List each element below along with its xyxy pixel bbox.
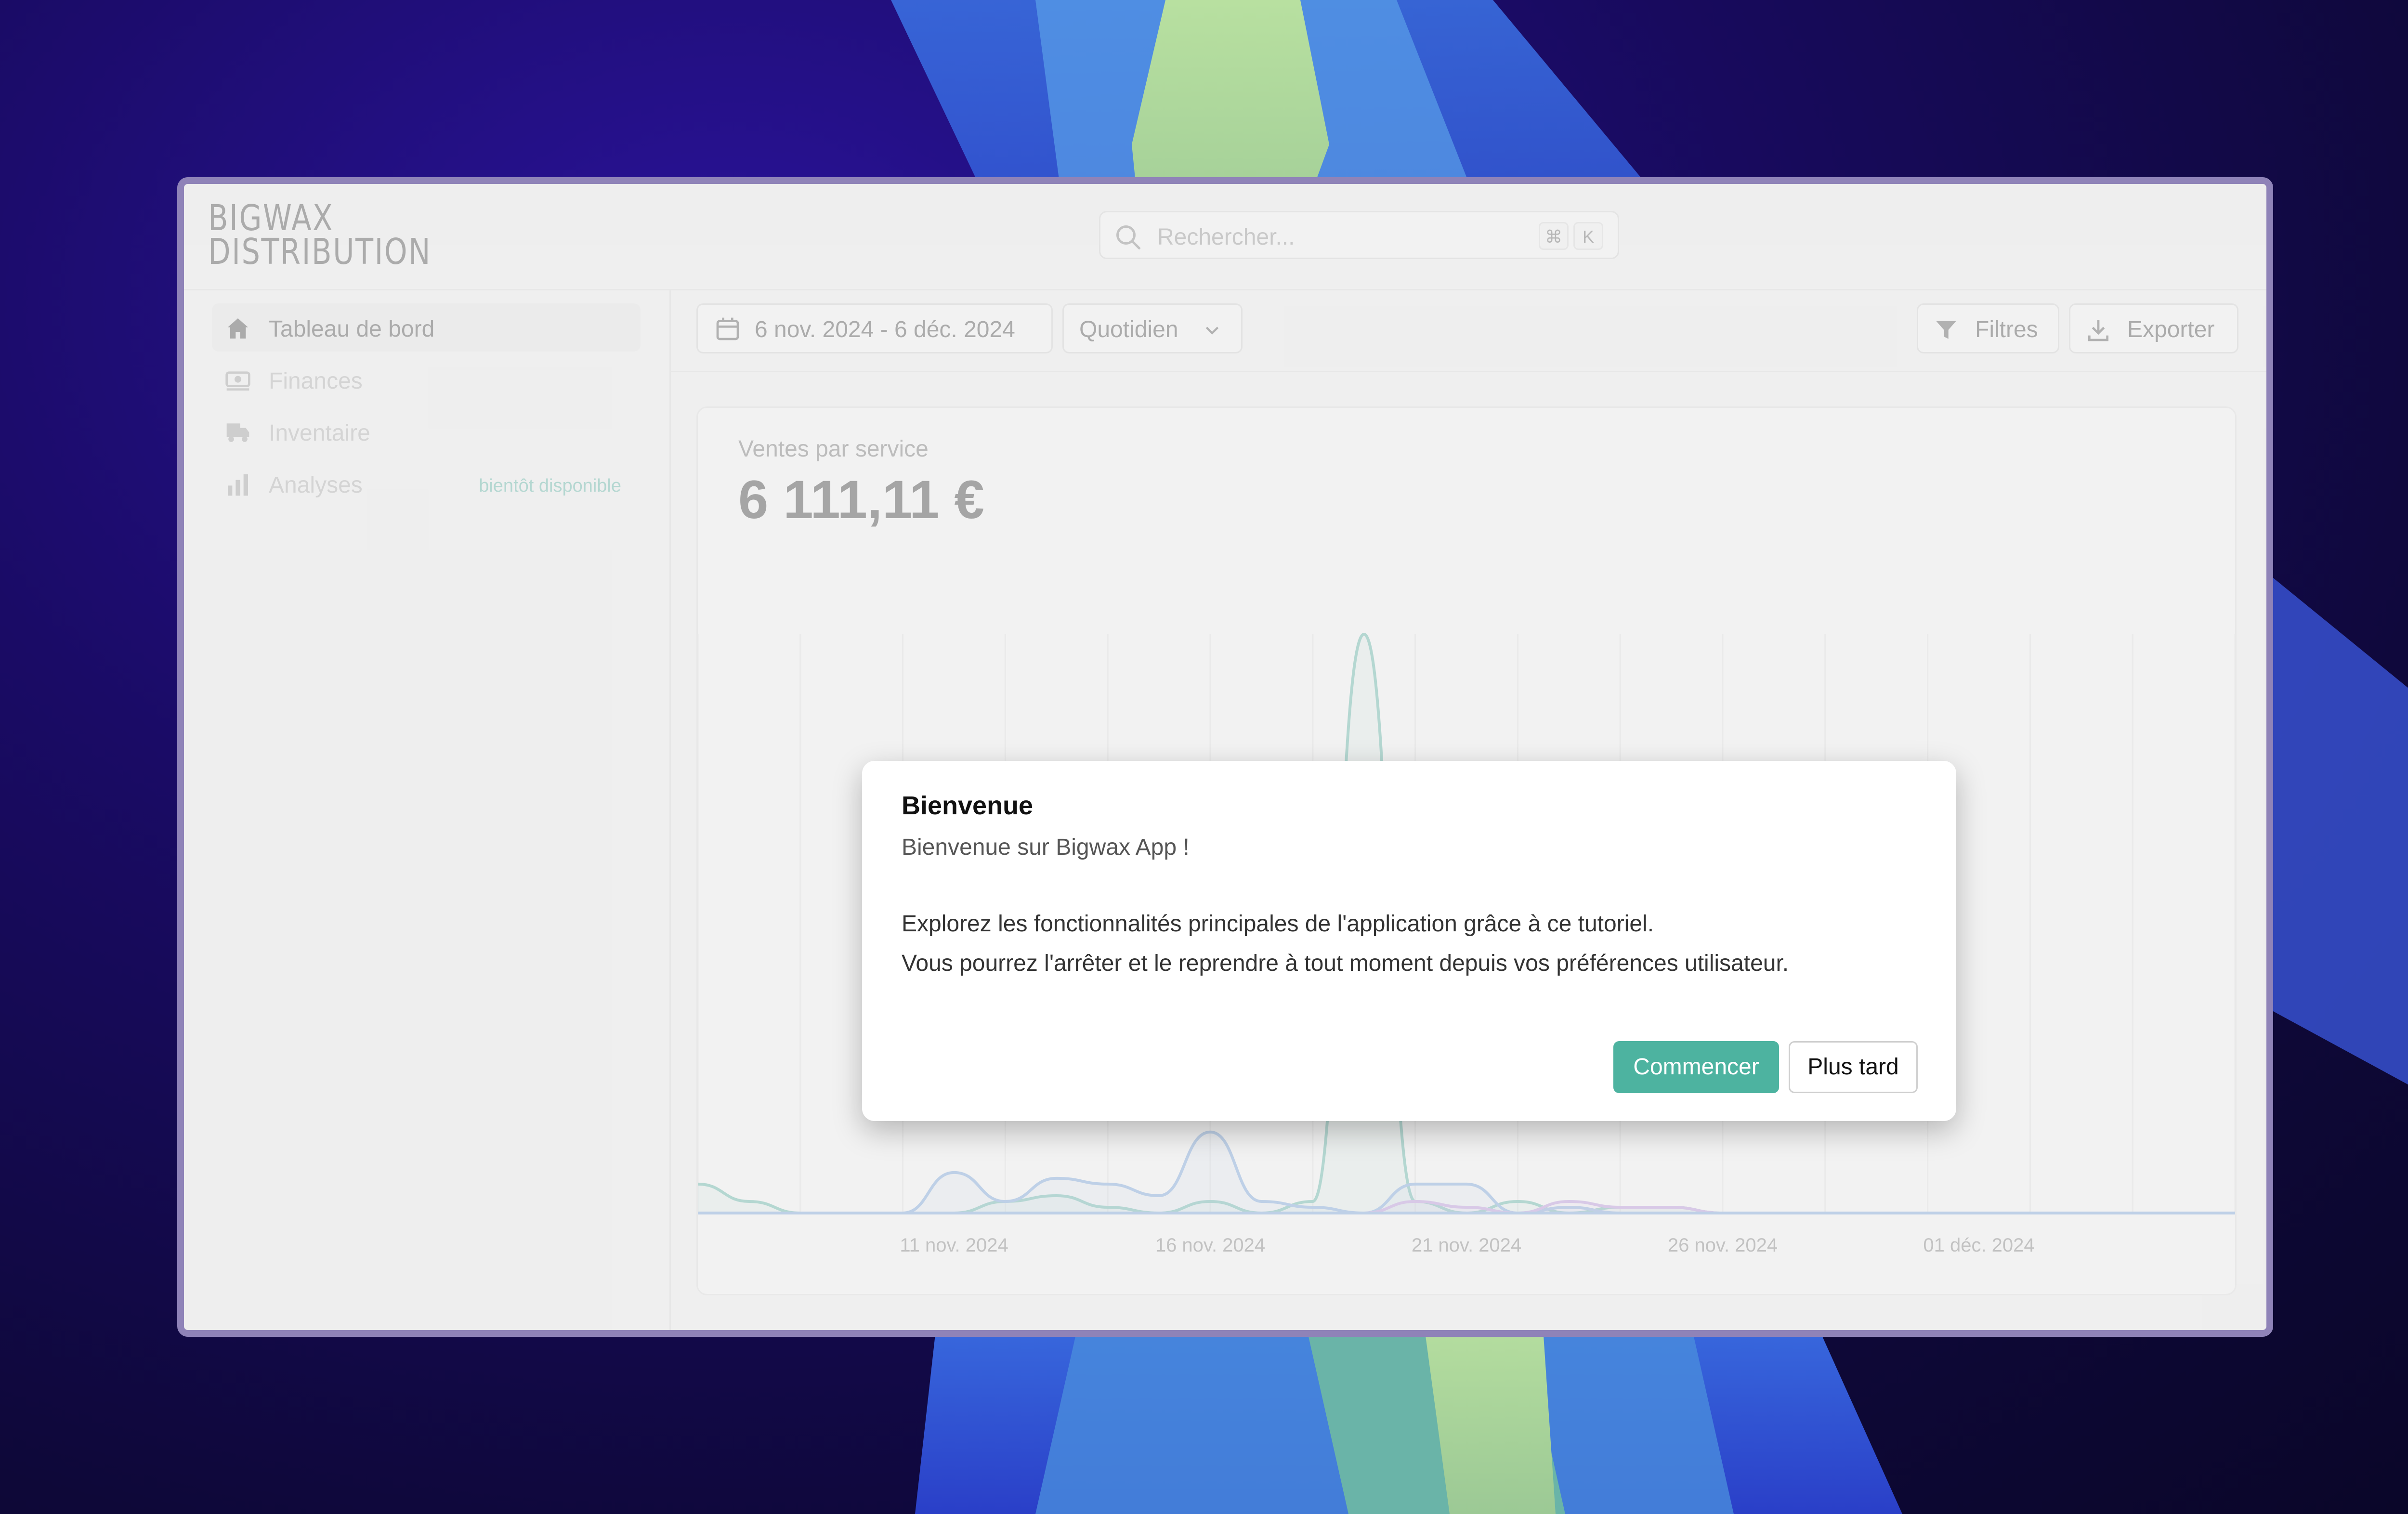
dialog-body-line-2: Vous pourrez l'arrêter et le reprendre à… <box>902 951 1789 976</box>
dialog-body: Explorez les fonctionnalités principales… <box>902 904 1789 983</box>
app-window: BIGWAX DISTRIBUTION Rechercher... ⌘ K Ta… <box>177 177 2273 1337</box>
later-button[interactable]: Plus tard <box>1789 1041 1918 1093</box>
app-background-content: BIGWAX DISTRIBUTION Rechercher... ⌘ K Ta… <box>184 184 2266 1330</box>
dialog-title: Bienvenue <box>902 791 1034 820</box>
modal-overlay <box>184 184 2266 1330</box>
start-tutorial-button[interactable]: Commencer <box>1613 1041 1779 1093</box>
dialog-body-line-1: Explorez les fonctionnalités principales… <box>902 911 1654 937</box>
dialog-subtitle: Bienvenue sur Bigwax App ! <box>902 835 1190 860</box>
welcome-dialog: Bienvenue Bienvenue sur Bigwax App ! Exp… <box>862 761 1956 1121</box>
